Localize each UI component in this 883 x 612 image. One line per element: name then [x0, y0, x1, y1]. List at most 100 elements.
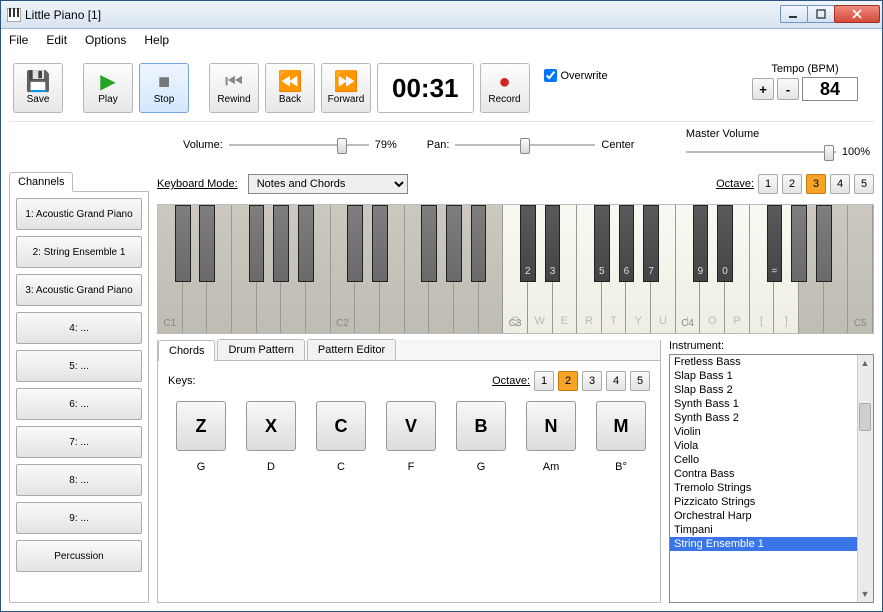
channels-tab[interactable]: Channels: [9, 172, 73, 192]
tempo-up-button[interactable]: +: [752, 78, 774, 100]
instrument-item[interactable]: Synth Bass 2: [670, 411, 873, 425]
instrument-item[interactable]: Slap Bass 1: [670, 369, 873, 383]
chord-octave-4[interactable]: 4: [606, 371, 626, 391]
master-volume-slider[interactable]: [686, 142, 836, 162]
channel-button-9[interactable]: 9: ...: [16, 502, 142, 534]
black-key[interactable]: [372, 205, 388, 282]
tab-drum-pattern[interactable]: Drum Pattern: [217, 339, 304, 360]
chord-name: D: [267, 461, 275, 473]
black-key[interactable]: 7: [643, 205, 659, 282]
chord-name: B°: [615, 461, 627, 473]
instrument-item[interactable]: String Ensemble 1: [670, 537, 873, 551]
black-key[interactable]: [249, 205, 265, 282]
keyboard-mode-select[interactable]: Notes and Chords: [248, 174, 408, 194]
minimize-button[interactable]: [780, 5, 808, 23]
kbd-octave-4[interactable]: 4: [830, 174, 850, 194]
black-key[interactable]: 0: [717, 205, 733, 282]
instrument-item[interactable]: Timpani: [670, 523, 873, 537]
black-key[interactable]: =: [767, 205, 783, 282]
scroll-thumb[interactable]: [859, 403, 871, 431]
close-button[interactable]: [834, 5, 880, 23]
instrument-item[interactable]: Cello: [670, 453, 873, 467]
black-key[interactable]: 9: [693, 205, 709, 282]
kbd-octave-2[interactable]: 2: [782, 174, 802, 194]
black-key[interactable]: [791, 205, 807, 282]
menu-file[interactable]: File: [9, 33, 28, 47]
chord-key-V[interactable]: V: [386, 401, 436, 451]
rewind-button[interactable]: ⏮ Rewind: [209, 63, 259, 113]
instrument-list[interactable]: Fretless BassSlap Bass 1Slap Bass 2Synth…: [669, 354, 874, 603]
tab-pattern-editor[interactable]: Pattern Editor: [307, 339, 396, 360]
pan-slider[interactable]: [455, 135, 595, 155]
black-key[interactable]: [446, 205, 462, 282]
piano-keyboard[interactable]: C1C2C3QWERTYUC4IOP[]C52356790=: [157, 204, 874, 334]
instrument-item[interactable]: Tremolo Strings: [670, 481, 873, 495]
stop-button[interactable]: ■ Stop: [139, 63, 189, 113]
instrument-item[interactable]: Orchestral Harp: [670, 509, 873, 523]
save-button[interactable]: 💾 Save: [13, 63, 63, 113]
instrument-item[interactable]: Synth Bass 1: [670, 397, 873, 411]
black-key[interactable]: 6: [619, 205, 635, 282]
black-key[interactable]: [273, 205, 289, 282]
menu-help[interactable]: Help: [144, 33, 169, 47]
record-button[interactable]: ● Record: [480, 63, 530, 113]
forward-button[interactable]: ⏩ Forward: [321, 63, 371, 113]
chord-key-Z[interactable]: Z: [176, 401, 226, 451]
chord-key-C[interactable]: C: [316, 401, 366, 451]
volume-slider[interactable]: [229, 135, 369, 155]
tab-chords[interactable]: Chords: [158, 340, 215, 361]
black-key[interactable]: [175, 205, 191, 282]
instrument-item[interactable]: Pizzicato Strings: [670, 495, 873, 509]
black-key[interactable]: 3: [545, 205, 561, 282]
keyboard-mode-label: Keyboard Mode:: [157, 178, 238, 190]
channel-button-2[interactable]: 2: String Ensemble 1: [16, 236, 142, 268]
black-key[interactable]: [471, 205, 487, 282]
channel-button-1[interactable]: 1: Acoustic Grand Piano: [16, 198, 142, 230]
maximize-button[interactable]: [807, 5, 835, 23]
overwrite-checkbox[interactable]: [544, 69, 557, 82]
black-key[interactable]: 5: [594, 205, 610, 282]
black-key[interactable]: [199, 205, 215, 282]
instrument-item[interactable]: Violin: [670, 425, 873, 439]
chord-key-X[interactable]: X: [246, 401, 296, 451]
menu-options[interactable]: Options: [85, 33, 126, 47]
channel-button-4[interactable]: 4: ...: [16, 312, 142, 344]
channel-button-8[interactable]: 8: ...: [16, 464, 142, 496]
black-key[interactable]: 2: [520, 205, 536, 282]
play-icon: ▶: [100, 72, 115, 92]
back-button[interactable]: ⏪ Back: [265, 63, 315, 113]
channel-button-6[interactable]: 6: ...: [16, 388, 142, 420]
title-bar: Little Piano [1]: [1, 1, 882, 29]
scroll-down-icon[interactable]: ▼: [857, 586, 873, 602]
chord-key-M[interactable]: M: [596, 401, 646, 451]
chord-key-B[interactable]: B: [456, 401, 506, 451]
play-button[interactable]: ▶ Play: [83, 63, 133, 113]
chord-octave-5[interactable]: 5: [630, 371, 650, 391]
chord-octave-1[interactable]: 1: [534, 371, 554, 391]
kbd-octave-3[interactable]: 3: [806, 174, 826, 194]
instrument-item[interactable]: Viola: [670, 439, 873, 453]
tempo-down-button[interactable]: -: [777, 78, 799, 100]
black-key[interactable]: [347, 205, 363, 282]
black-key[interactable]: [816, 205, 832, 282]
scroll-up-icon[interactable]: ▲: [857, 355, 873, 371]
black-key[interactable]: [298, 205, 314, 282]
instrument-item[interactable]: Fretless Bass: [670, 355, 873, 369]
channel-button-3[interactable]: 3: Acoustic Grand Piano: [16, 274, 142, 306]
instrument-item[interactable]: Contra Bass: [670, 467, 873, 481]
channel-button-7[interactable]: 7: ...: [16, 426, 142, 458]
chord-octave-2[interactable]: 2: [558, 371, 578, 391]
channel-button-5[interactable]: 5: ...: [16, 350, 142, 382]
menu-edit[interactable]: Edit: [46, 33, 67, 47]
overwrite-label: Overwrite: [561, 70, 608, 82]
black-key[interactable]: [421, 205, 437, 282]
instrument-item[interactable]: Slap Bass 2: [670, 383, 873, 397]
kbd-octave-1[interactable]: 1: [758, 174, 778, 194]
channels-list: 1: Acoustic Grand Piano 2: String Ensembl…: [9, 191, 149, 603]
chord-octave-3[interactable]: 3: [582, 371, 602, 391]
white-key[interactable]: C5: [848, 205, 873, 333]
channel-button-10[interactable]: Percussion: [16, 540, 142, 572]
chord-key-N[interactable]: N: [526, 401, 576, 451]
scrollbar[interactable]: ▲ ▼: [857, 355, 873, 602]
kbd-octave-5[interactable]: 5: [854, 174, 874, 194]
